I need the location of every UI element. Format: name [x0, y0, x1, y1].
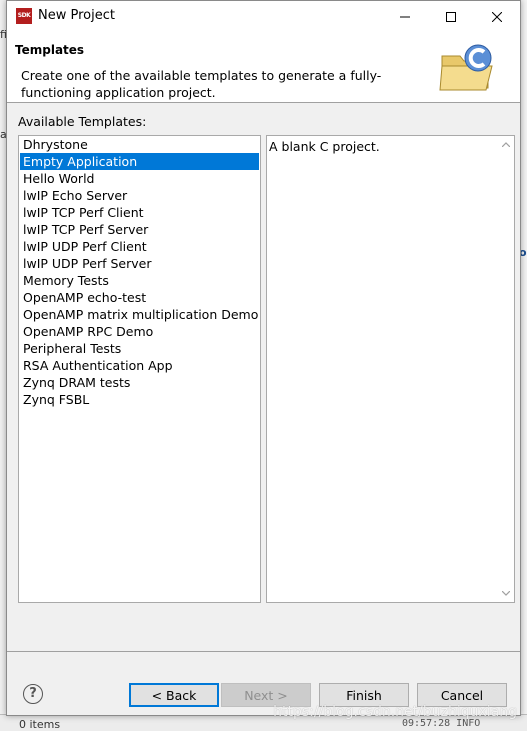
close-button[interactable]: [474, 1, 520, 32]
maximize-button[interactable]: [428, 1, 474, 32]
cancel-button-label: Cancel: [440, 687, 484, 703]
scroll-down-button[interactable]: [497, 585, 514, 602]
sdk-app-icon: SDK: [16, 8, 32, 24]
template-list-item[interactable]: Zynq FSBL: [20, 391, 259, 408]
template-list-item[interactable]: OpenAMP echo-test: [20, 289, 259, 306]
chevron-down-icon: [501, 591, 510, 596]
template-list-item[interactable]: lwIP Echo Server: [20, 187, 259, 204]
template-list-item[interactable]: Peripheral Tests: [20, 340, 259, 357]
page-description: Create one of the available templates to…: [21, 68, 382, 100]
template-description-panel: A blank C project.: [266, 135, 515, 603]
chevron-up-icon: [501, 142, 510, 147]
template-list-item[interactable]: Dhrystone: [20, 136, 259, 153]
template-list-item[interactable]: Hello World: [20, 170, 259, 187]
new-project-dialog: SDK New Project Templates Create one of …: [6, 0, 521, 716]
title-bar: SDK New Project: [7, 1, 520, 32]
template-list-item[interactable]: lwIP TCP Perf Server: [20, 221, 259, 238]
background-item-count: 0 items: [19, 718, 61, 731]
template-list-item[interactable]: lwIP UDP Perf Server: [20, 255, 259, 272]
button-bar-separator: [7, 651, 520, 652]
back-button-label: < Back: [151, 687, 197, 703]
description-scrollbar[interactable]: [497, 136, 514, 602]
wizard-header: Templates Create one of the available te…: [7, 32, 520, 103]
template-list-item[interactable]: OpenAMP RPC Demo: [20, 323, 259, 340]
template-list-item[interactable]: RSA Authentication App: [20, 357, 259, 374]
template-list-item[interactable]: Empty Application: [20, 153, 259, 170]
finish-button-label: Finish: [346, 687, 382, 703]
help-icon[interactable]: ?: [23, 684, 43, 704]
template-list-item[interactable]: lwIP TCP Perf Client: [20, 204, 259, 221]
template-description-text: A blank C project.: [269, 139, 380, 154]
page-title: Templates: [15, 43, 85, 57]
templates-list[interactable]: Dhrystone Empty Application Hello World lwI…: [18, 135, 261, 603]
close-icon: [492, 11, 502, 22]
window-title: New Project: [38, 8, 115, 23]
available-templates-label: Available Templates:: [18, 114, 147, 129]
back-button[interactable]: < Back: [129, 683, 219, 707]
next-button-label: Next >: [244, 687, 288, 703]
maximize-icon: [446, 11, 456, 22]
template-list-item[interactable]: lwIP UDP Perf Client: [20, 238, 259, 255]
minimize-icon: [400, 16, 410, 17]
template-list-item[interactable]: OpenAMP matrix multiplication Demo: [20, 306, 259, 323]
template-list-item[interactable]: Memory Tests: [20, 272, 259, 289]
watermark: https://blog.csdn.net/buzhiquxiang: [273, 704, 517, 720]
template-list-item[interactable]: Zynq DRAM tests: [20, 374, 259, 391]
c-project-folder-icon: [439, 44, 493, 91]
minimize-button[interactable]: [382, 1, 428, 32]
scroll-up-button[interactable]: [497, 136, 514, 153]
